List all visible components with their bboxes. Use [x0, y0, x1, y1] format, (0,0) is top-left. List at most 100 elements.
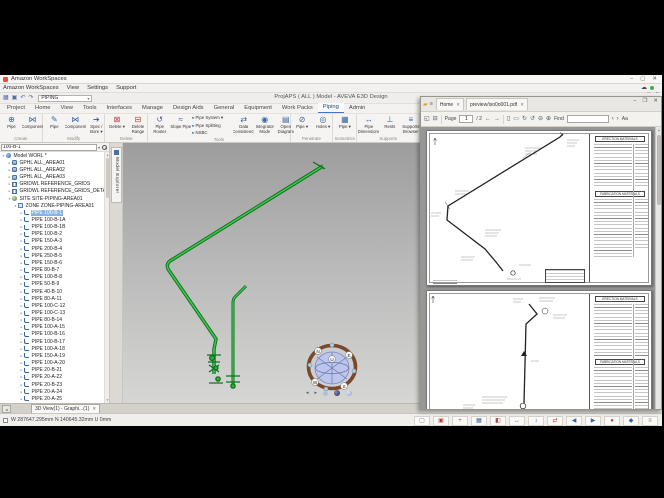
tree-item[interactable]: ▸ PIPE 100-C-13: [0, 309, 104, 316]
ribbon-button[interactable]: ▦Pipe ▾: [334, 115, 355, 136]
fit-width-icon[interactable]: ▭: [513, 116, 519, 122]
ribbon-button[interactable]: ↔Pipe Dimensions: [358, 115, 379, 136]
single-page-icon[interactable]: ▯: [507, 116, 510, 122]
tree-item[interactable]: ▸ GPHL ALL_AREA01: [0, 159, 104, 166]
next-page-icon[interactable]: →: [494, 116, 500, 122]
close-icon[interactable]: ✕: [520, 102, 524, 108]
grid-display-icon[interactable]: ▦: [471, 416, 487, 426]
menu-icon[interactable]: ≡: [430, 101, 433, 107]
tree-item[interactable]: ▸ PIPE 100-A-20: [0, 360, 104, 367]
print-icon[interactable]: ⊟: [433, 116, 438, 122]
ribbon-tab[interactable]: Work Packs: [277, 104, 318, 113]
ribbon-button[interactable]: ◉Integrator Mode: [254, 115, 275, 137]
tree-item[interactable]: ▸ PIPE 150-B-6: [0, 259, 104, 266]
iso-view-icon[interactable]: ◆: [623, 416, 639, 426]
ribbon-button[interactable]: ⇄Data Consistency: [233, 115, 254, 137]
tree-item[interactable]: ▸ PIPE 150-A-19: [0, 352, 104, 359]
tree-item[interactable]: ▸ PIPE 20-B-23: [0, 381, 104, 388]
position-lock-icon[interactable]: [3, 418, 8, 423]
pdf-tab-document[interactable]: preview/iso0o001.pdf ✕: [466, 98, 528, 110]
find-next-icon[interactable]: ›: [617, 116, 619, 122]
tree-item[interactable]: ▸ PIPE 80-B-14: [0, 317, 104, 324]
tree-item[interactable]: ▸ PIPE 200-B-4: [0, 245, 104, 252]
tree-item[interactable]: ▸ PIPE 100-B-16: [0, 331, 104, 338]
search-input[interactable]: [1, 144, 97, 151]
ribbon-button[interactable]: ↺Pipe Router: [149, 115, 170, 137]
clip-icon[interactable]: ◧: [490, 416, 506, 426]
tree-item[interactable]: ▸ PIPE 50-B-9: [0, 281, 104, 288]
close-icon[interactable]: ✕: [653, 99, 658, 105]
next-view-icon[interactable]: ▶: [585, 416, 601, 426]
refresh-icon[interactable]: ↺: [530, 116, 535, 122]
minimize-icon[interactable]: −: [633, 99, 636, 105]
tree-item[interactable]: ▸ PIPE 250-B-5: [0, 252, 104, 259]
tree-item[interactable]: ▸ PIPE 100-C-12: [0, 302, 104, 309]
ribbon-tab[interactable]: Piping: [318, 103, 344, 113]
model-ref-icon[interactable]: ▣: [433, 416, 449, 426]
ribbon-tab[interactable]: View: [56, 104, 78, 113]
tree-item[interactable]: ▸ PIPE 80-A-11: [0, 295, 104, 302]
command-combo[interactable]: PIPING ▾: [38, 95, 92, 102]
view-tab[interactable]: 3D View(1) - Graphi...(1) ✕: [31, 404, 100, 413]
tree-item[interactable]: ▸ GRIDWL REFERENCE_GRIDS: [0, 181, 104, 188]
view-settings-icon[interactable]: ≡: [642, 416, 658, 426]
elevation-icon[interactable]: ↕: [528, 416, 544, 426]
tree-item[interactable]: ▸ PIPE 150-A-3: [0, 238, 104, 245]
snap-icon[interactable]: +: [452, 416, 468, 426]
minimize-icon[interactable]: −: [630, 77, 633, 83]
ribbon-button[interactable]: ⊕Pipe: [1, 115, 22, 136]
tree-item[interactable]: ▸ PIPE 100-A-15: [0, 324, 104, 331]
pdf-tab-home[interactable]: Home ✕: [436, 98, 464, 110]
tree-item[interactable]: ▸ PIPE 100-B-1A: [0, 216, 104, 223]
ribbon-button[interactable]: ⋈Component: [22, 115, 43, 136]
undo-icon[interactable]: ↶: [20, 95, 25, 101]
prev-page-icon[interactable]: ←: [485, 116, 491, 122]
tree-item[interactable]: ▾ SITE SITE-PIPING-AREA01: [0, 195, 104, 202]
maximize-icon[interactable]: ▢: [640, 77, 645, 83]
navigation-compass[interactable]: N E W S U: [305, 341, 359, 393]
ribbon-tab[interactable]: Project: [2, 104, 30, 113]
ribbon-tab[interactable]: Interfaces: [102, 104, 137, 113]
restore-icon[interactable]: ❐: [642, 99, 647, 105]
tab-scroll-left-icon[interactable]: ◂: [2, 405, 11, 413]
tree-item[interactable]: ▸ PIPE 100-B-17: [0, 338, 104, 345]
ribbon-button[interactable]: ⊥Rests: [379, 115, 400, 136]
folder-icon[interactable]: ▰: [423, 101, 428, 108]
ribbon-button[interactable]: ⊟Delete Range: [127, 115, 148, 136]
menu-item[interactable]: Support: [116, 85, 136, 91]
orbit-icon[interactable]: ●: [604, 416, 620, 426]
ribbon-button[interactable]: ➔Spec / Bore ▾: [86, 115, 107, 136]
tree-item[interactable]: ▸ PIPE 20-A-24: [0, 388, 104, 395]
ribbon-tab[interactable]: Design Aids: [168, 104, 209, 113]
ribbon-button[interactable]: ▸Pipe System ▾: [191, 115, 233, 122]
measure-icon[interactable]: ↔: [509, 416, 525, 426]
ribbon-button[interactable]: ≈Slope Pipe: [170, 115, 191, 137]
ribbon-tab[interactable]: Home: [30, 104, 55, 113]
tree-item[interactable]: ▸ GRIDWL REFERENCE_GRIDS_DETAIL: [0, 188, 104, 195]
ribbon-button[interactable]: ✎Pipe: [44, 115, 65, 136]
ribbon-tab[interactable]: Admin: [344, 104, 370, 113]
ribbon-tab[interactable]: Tools: [78, 104, 102, 113]
ribbon-button[interactable]: ⊘Pipe ▾: [292, 115, 313, 136]
ribbon-tab[interactable]: Manage: [137, 104, 168, 113]
tree-item[interactable]: ▸ PIPE 100-A-18: [0, 345, 104, 352]
match-case-button[interactable]: Aa: [622, 116, 628, 122]
tree-item[interactable]: ▸ PIPE 20-A-25: [0, 395, 104, 402]
open-file-icon[interactable]: ◱: [424, 116, 430, 122]
pdf-content[interactable]: ERECTION MATERIALS FABRICATION MATERIALS: [421, 127, 661, 409]
tree-item[interactable]: ▸ PIPE 100-B-1B: [0, 224, 104, 231]
tree-item[interactable]: ▸ PIPE 80-B-7: [0, 267, 104, 274]
tree-item[interactable]: ▸ PIPE 100-B-8: [0, 274, 104, 281]
ribbon-tab[interactable]: Equipment: [239, 104, 277, 113]
close-icon[interactable]: ✕: [456, 102, 460, 108]
ribbon-button[interactable]: ⊠Delete ▾: [106, 115, 127, 136]
ribbon-button[interactable]: ⋈Component: [65, 115, 86, 136]
chevron-down-icon[interactable]: ▾: [98, 145, 100, 150]
tree-item[interactable]: ▾ ZONE ZONE-PIPING-AREA01: [0, 202, 104, 209]
nav-globe-dark-icon[interactable]: [334, 390, 340, 396]
nav-left-icon[interactable]: ◂: [306, 391, 309, 396]
close-icon[interactable]: ✕: [92, 406, 96, 412]
search-icon[interactable]: [102, 145, 107, 150]
swap-view-icon[interactable]: ⇄: [547, 416, 563, 426]
menu-item[interactable]: Amazon WorkSpaces: [3, 85, 59, 91]
